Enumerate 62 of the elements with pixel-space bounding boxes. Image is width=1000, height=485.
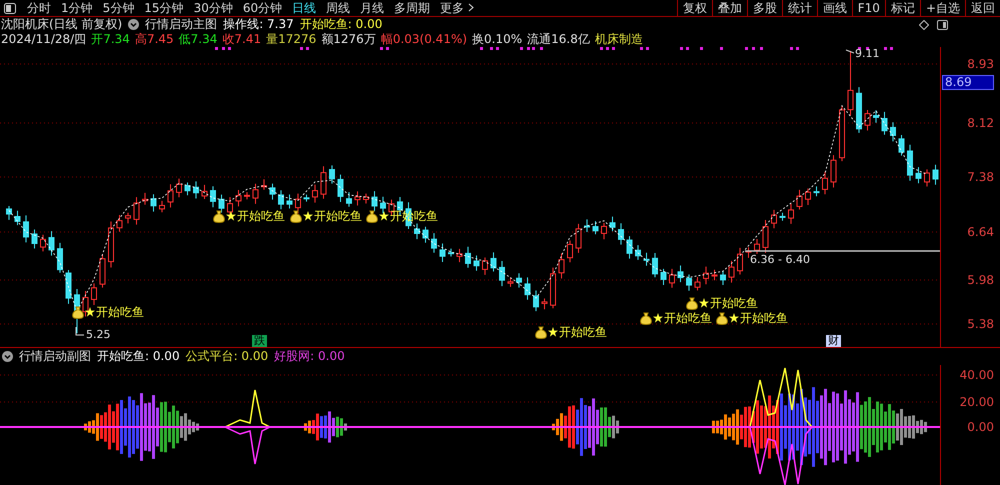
toolbar-button[interactable]: 多股 [746, 0, 782, 16]
signal-label: 开始吃鱼 [237, 209, 285, 223]
price-label: 6.36 - 6.40 [750, 254, 810, 266]
event-marker[interactable]: 财 [826, 335, 841, 347]
indicator-readout: 操作线: 7.37 [223, 16, 294, 33]
period-tab[interactable]: 多周期 [389, 0, 436, 16]
period-tab[interactable]: 周线 [321, 0, 356, 16]
period-tab[interactable]: 30分钟 [188, 0, 238, 16]
period-tab[interactable]: 月线 [355, 0, 390, 16]
quote-field: 流通16.8亿 [527, 31, 590, 48]
quote-field: 低7.34 [178, 31, 218, 48]
price-tick: 6.64 [967, 225, 994, 239]
quote-field: 高7.45 [134, 31, 174, 48]
signal-label: 开始吃鱼 [740, 311, 788, 325]
quote-field: 量17276 [266, 31, 316, 48]
quote-field: 换0.10% [472, 31, 522, 48]
toolbar-button[interactable]: +自选 [920, 0, 965, 16]
period-tab[interactable]: 1分钟 [56, 0, 98, 16]
stock-title: 沈阳机床(日线 前复权) [1, 16, 122, 33]
indicator-name: 行情启动副图 [19, 348, 91, 365]
event-marker[interactable]: 跌 [252, 335, 267, 347]
signal-label: 开始吃鱼 [559, 325, 607, 339]
period-tab[interactable]: 更多 [435, 0, 480, 16]
period-tab[interactable]: 分时 [22, 0, 56, 16]
quote-field: 收7.41 [222, 31, 262, 48]
price-tick: 7.38 [967, 170, 994, 184]
toolbar-button[interactable]: F10 [852, 0, 885, 16]
signal-label: 开始吃鱼 [710, 296, 758, 310]
quote-field: 开7.34 [91, 31, 130, 48]
indicator-tick: 0.00 [967, 420, 994, 434]
signal-label: 开始吃鱼 [96, 305, 144, 319]
price-tick: 8.12 [967, 116, 994, 130]
toolbar-button[interactable]: 叠加 [712, 0, 747, 16]
quote-field: 幅0.03(0.41%) [380, 31, 468, 48]
price-label: 9.11 [855, 48, 880, 60]
period-tab[interactable]: 15分钟 [139, 0, 189, 16]
price-tick: 8.93 [967, 57, 994, 71]
indicator-readout: 公式平台: 0.00 [186, 348, 268, 365]
signal-label: 开始吃鱼 [664, 311, 712, 325]
indicator-tick: 40.00 [960, 368, 994, 382]
toolbar-button[interactable]: 画线 [816, 0, 852, 16]
indicator-readout: 好股网: 0.00 [274, 348, 345, 365]
period-tab[interactable]: 日线 [287, 0, 322, 16]
current-price-label: 8.69 [942, 75, 994, 90]
indicator-readout: 开始吃鱼: 0.00 [300, 16, 382, 33]
period-tab[interactable]: 5分钟 [98, 0, 140, 16]
toolbar-button[interactable]: 标记 [884, 0, 920, 16]
signal-label: 开始吃鱼 [314, 209, 362, 223]
price-label: 5.25 [86, 329, 110, 341]
quote-date: 2024/11/28/四 [1, 31, 86, 48]
toolbar-button[interactable]: 统计 [782, 0, 817, 16]
quote-field: 额1276万 [321, 31, 376, 48]
toolbar-button[interactable]: 返回 [965, 0, 1000, 16]
price-tick: 5.38 [967, 317, 994, 331]
price-tick: 5.98 [967, 273, 994, 287]
signal-label: 开始吃鱼 [390, 209, 438, 223]
quote-field: 机床制造 [594, 31, 643, 48]
period-tab[interactable]: 60分钟 [238, 0, 288, 16]
indicator-name: 行情启动主图 [145, 16, 218, 32]
toolbar-button[interactable]: 复权 [676, 0, 712, 16]
indicator-readout: 开始吃鱼: 0.00 [97, 348, 180, 365]
indicator-tick: 20.00 [960, 395, 994, 409]
